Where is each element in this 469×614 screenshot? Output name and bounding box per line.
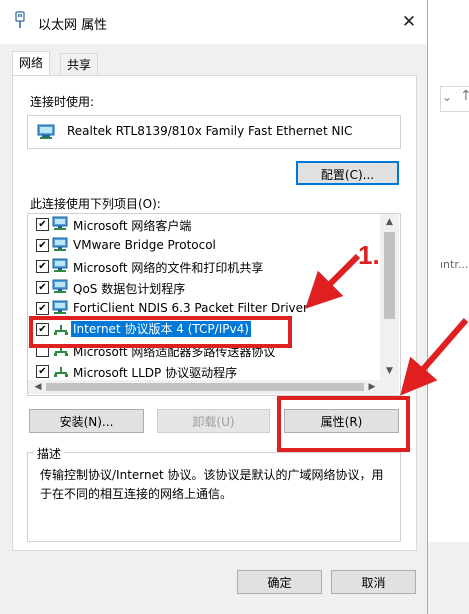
list-item-label: VMware Bridge Protocol <box>73 238 216 252</box>
annotation-box-ipv4 <box>29 316 292 348</box>
item-checkbox[interactable]: ✔ <box>36 365 49 378</box>
h-scroll-thumb[interactable] <box>46 383 364 391</box>
background-bottom-bar <box>428 542 469 614</box>
scroll-up-icon[interactable]: ▲ <box>380 214 399 231</box>
list-item[interactable]: ✔ Microsoft LLDP 协议驱动程序 <box>28 361 380 380</box>
description-text: 传输控制协议/Internet 协议。该协议是默认的广域网络协议，用于在不同的相… <box>40 468 384 501</box>
list-item[interactable]: ✔ VMware Bridge Protocol <box>28 235 380 256</box>
window-title: 以太网 属性 <box>38 18 108 33</box>
uninstall-button[interactable]: 卸载(U) <box>157 409 270 433</box>
scroll-corner <box>380 380 399 394</box>
background-window: ⌄ ↑ ıntr... <box>428 0 469 614</box>
components-list-rows: ✔ Microsoft 网络客户端 ✔ VMware Bridge Protocol ✔… <box>28 214 380 380</box>
components-list[interactable]: ✔ Microsoft 网络客户端 ✔ VMware Bridge Protocol ✔… <box>27 213 401 396</box>
network-icon <box>52 216 70 235</box>
annotation-box-properties <box>277 396 410 452</box>
scroll-thumb[interactable] <box>384 232 395 319</box>
list-item-label: FortiClient NDIS 6.3 Packet Filter Drive… <box>73 301 308 315</box>
item-checkbox[interactable]: ✔ <box>36 218 49 231</box>
title-bar[interactable]: 以太网 属性 ✕ <box>0 0 427 44</box>
cancel-button[interactable]: 取消 <box>331 570 416 594</box>
background-text-snippet: ıntr... <box>440 258 469 271</box>
horizontal-scrollbar[interactable]: ◀ ▶ <box>28 380 380 394</box>
item-checkbox[interactable]: ✔ <box>36 260 49 273</box>
adapter-name: Realtek RTL8139/810x Family Fast Etherne… <box>67 124 353 138</box>
install-button[interactable]: 安装(N)... <box>29 409 144 433</box>
tab-network[interactable]: 网络 <box>12 51 51 76</box>
list-item-label: Microsoft 网络客户端 <box>73 219 192 233</box>
close-button[interactable]: ✕ <box>396 9 422 35</box>
network-card-icon <box>37 124 57 143</box>
configure-button[interactable]: 配置(C)... <box>296 161 399 185</box>
properties-dialog: 以太网 属性 ✕ 网络 共享 连接时使用: Realtek RTL8139/81… <box>0 0 428 614</box>
scroll-right-icon[interactable]: ▶ <box>364 380 380 394</box>
annotation-step-number: 1. <box>358 240 380 270</box>
scroll-left-icon[interactable]: ◀ <box>30 380 46 394</box>
protocol-icon <box>52 363 70 380</box>
scroll-down-icon[interactable]: ▼ <box>380 363 399 380</box>
vertical-scrollbar[interactable]: ▲ ▼ <box>380 214 399 380</box>
connect-using-label: 连接时使用: <box>30 95 95 109</box>
arrow-up-icon: ↑ <box>460 88 469 104</box>
item-checkbox[interactable]: ✔ <box>36 281 49 294</box>
list-item[interactable]: ✔ Microsoft 网络客户端 <box>28 214 380 235</box>
description-title: 描述 <box>34 445 65 462</box>
adapter-field: Realtek RTL8139/810x Family Fast Etherne… <box>27 115 401 149</box>
network-adapter-icon <box>13 11 27 32</box>
list-item-label: QoS 数据包计划程序 <box>73 282 186 296</box>
list-item-label: Microsoft LLDP 协议驱动程序 <box>73 366 238 380</box>
network-icon <box>52 258 70 277</box>
network-icon <box>52 237 70 256</box>
network-icon <box>52 279 70 298</box>
list-item[interactable]: ✔ Microsoft 网络的文件和打印机共享 <box>28 256 380 277</box>
list-item[interactable]: ✔ QoS 数据包计划程序 <box>28 277 380 298</box>
item-checkbox[interactable]: ✔ <box>36 302 49 315</box>
chevron-down-icon: ⌄ <box>442 90 453 104</box>
item-checkbox[interactable]: ✔ <box>36 239 49 252</box>
ok-button[interactable]: 确定 <box>237 570 322 594</box>
items-label: 此连接使用下列项目(O): <box>30 197 161 211</box>
list-item-label: Microsoft 网络的文件和打印机共享 <box>73 261 264 275</box>
tab-sharing[interactable]: 共享 <box>60 53 99 77</box>
